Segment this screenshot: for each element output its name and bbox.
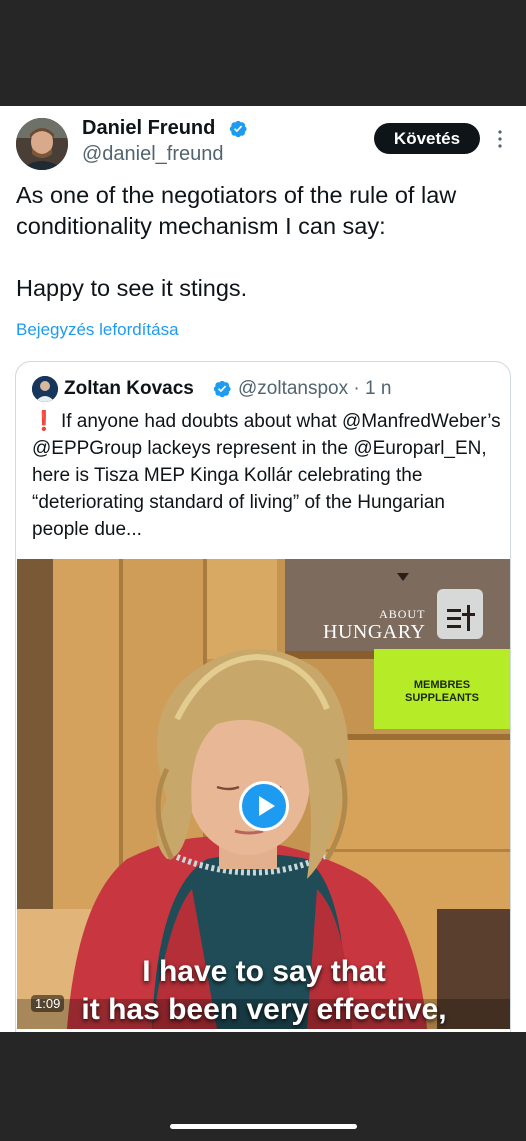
exclamation-icon: ❗ [32,411,56,432]
quote-text: ❗ If anyone had doubts about what @Manfr… [32,408,504,543]
sign-line2: SUPPLEANTS [405,692,479,704]
sign-line1: MEMBRES [413,679,471,691]
top-bar [0,0,526,106]
quote-text-body: If anyone had doubts about what @Manfred… [32,411,501,540]
about-hungary-logo: ABOUT HUNGARY [323,607,425,644]
tweet-card: Daniel Freund @daniel_freund Követés As … [0,106,526,1032]
home-indicator[interactable] [170,1124,357,1129]
caption-line1: I have to say that [142,955,386,988]
more-options-icon[interactable] [494,128,506,150]
video-player[interactable]: ABOUT HUNGARY MEMBRES SUPPLEANTS I have … [17,559,510,1029]
tweet-text-line1: As one of the negotiators of the rule of… [16,182,457,239]
verified-badge-icon [229,120,247,138]
caption-line2: it has been very effective, [81,993,447,1026]
play-icon [259,796,275,816]
follow-button[interactable]: Követés [374,123,480,154]
watermark-small: ABOUT [379,607,426,621]
seat-sign: MEMBRES SUPPLEANTS [374,649,510,729]
tweet-text: As one of the negotiators of the rule of… [16,180,516,304]
video-caption: I have to say that it has been very effe… [17,953,510,1029]
quoted-tweet[interactable]: Zoltan Kovacs @zoltanspox · 1 n ❗ If any… [15,361,511,1032]
tweet-text-line2: Happy to see it stings. [16,275,248,301]
author-name[interactable]: Daniel Freund [82,117,215,140]
author-handle[interactable]: @daniel_freund [82,143,224,166]
quote-author-avatar[interactable] [32,376,58,402]
verified-badge-icon [213,380,231,398]
watermark-big: HUNGARY [323,621,426,643]
video-timestamp: 1:09 [31,995,65,1012]
translate-link[interactable]: Bejegyzés lefordítása [16,320,179,340]
quote-author-handle[interactable]: @zoltanspox · 1 n [238,378,391,400]
quote-author-name[interactable]: Zoltan Kovacs [64,378,194,400]
play-button[interactable] [239,781,289,831]
author-avatar[interactable] [16,118,68,170]
